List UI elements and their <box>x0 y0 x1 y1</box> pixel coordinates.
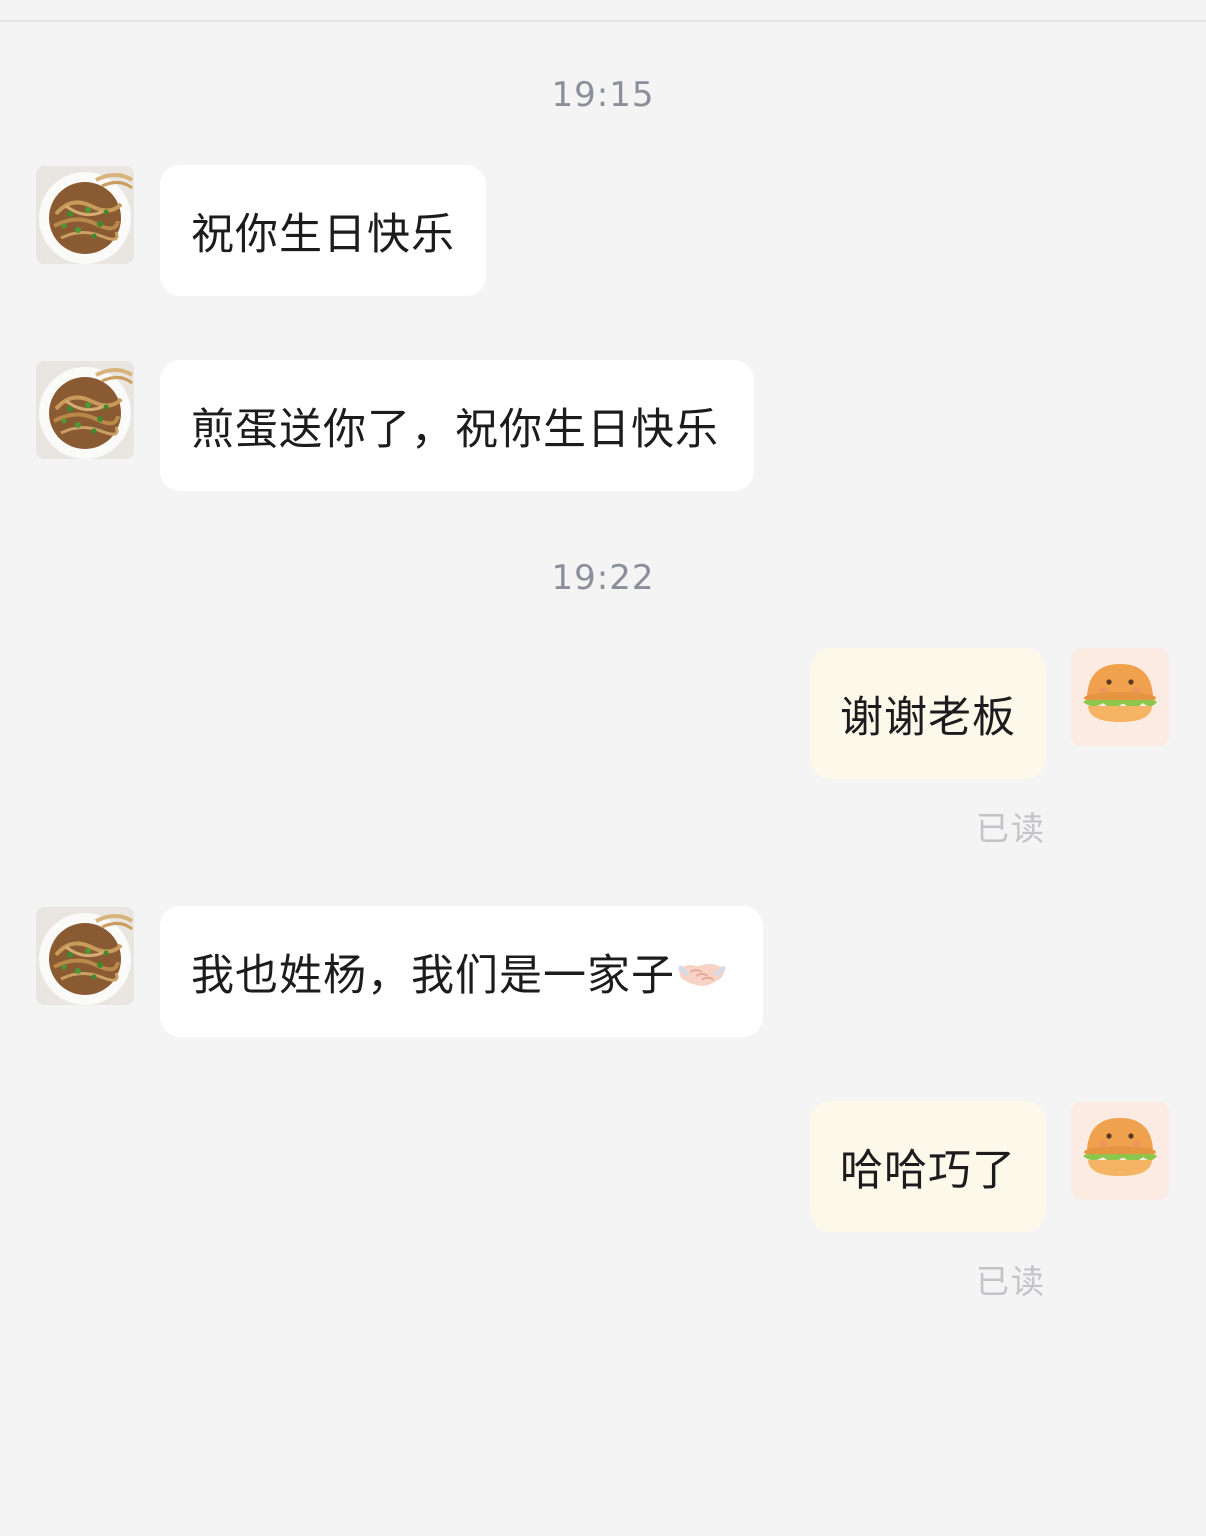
noodle-bowl-icon <box>36 907 134 1005</box>
burger-icon <box>1071 1102 1169 1200</box>
message-text: 哈哈巧了 <box>840 1145 1016 1196</box>
timestamp: 19:15 <box>551 75 655 115</box>
message-text: 祝你生日快乐 <box>191 209 455 260</box>
read-receipt: 已读 <box>976 1262 1046 1301</box>
message-text: 谢谢老板 <box>840 692 1016 743</box>
handshake-icon <box>677 954 727 990</box>
contact-avatar[interactable] <box>36 907 134 1005</box>
message-bubble-incoming[interactable]: 煎蛋送你了，祝你生日快乐 <box>160 360 754 491</box>
top-divider <box>0 20 1206 22</box>
message-text: 我也姓杨，我们是一家子 <box>191 950 675 1001</box>
burger-icon <box>1071 648 1169 746</box>
noodle-bowl-icon <box>36 166 134 264</box>
message-bubble-incoming[interactable]: 我也姓杨，我们是一家子 <box>160 906 763 1037</box>
my-avatar[interactable] <box>1071 648 1169 746</box>
contact-avatar[interactable] <box>36 166 134 264</box>
noodle-bowl-icon <box>36 361 134 459</box>
contact-avatar[interactable] <box>36 361 134 459</box>
message-text: 煎蛋送你了，祝你生日快乐 <box>191 404 719 455</box>
read-receipt: 已读 <box>976 809 1046 848</box>
timestamp: 19:22 <box>551 558 655 598</box>
message-bubble-incoming[interactable]: 祝你生日快乐 <box>160 165 486 296</box>
message-bubble-outgoing[interactable]: 谢谢老板 <box>810 648 1046 779</box>
message-bubble-outgoing[interactable]: 哈哈巧了 <box>810 1101 1046 1232</box>
my-avatar[interactable] <box>1071 1102 1169 1200</box>
